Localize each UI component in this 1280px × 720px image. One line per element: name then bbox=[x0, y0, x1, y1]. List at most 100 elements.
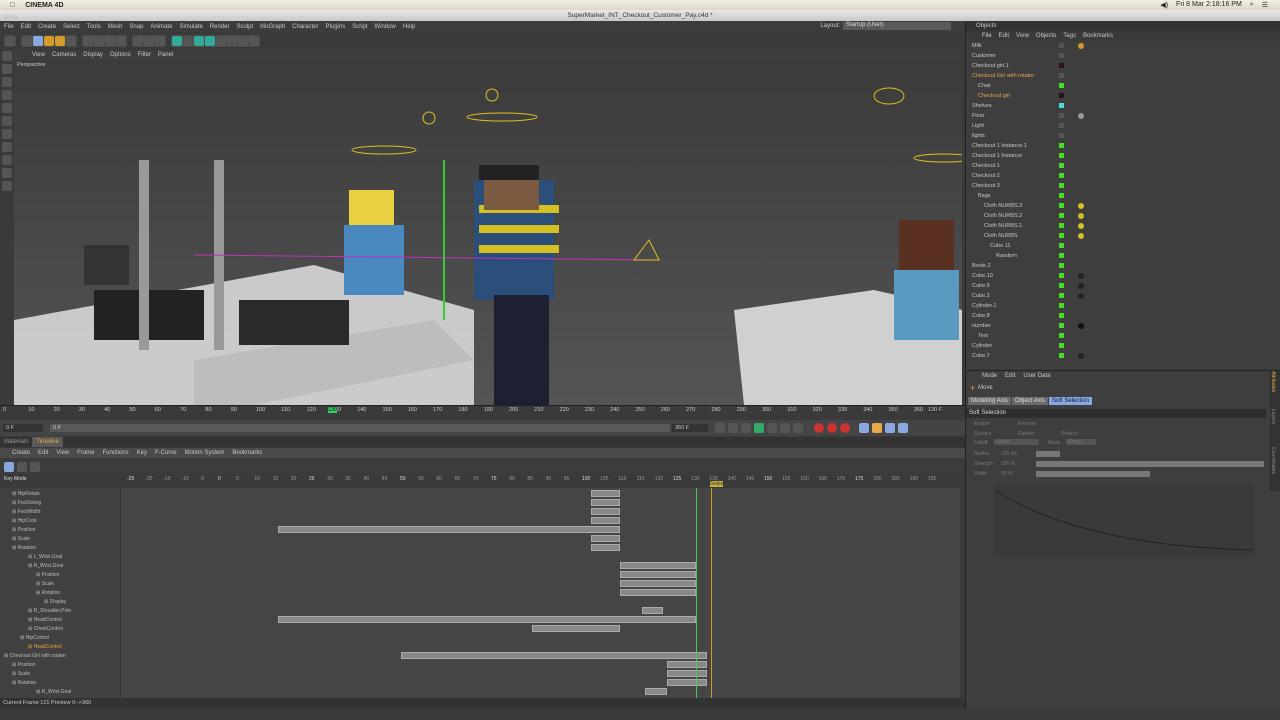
viewport[interactable]: Perspective bbox=[14, 60, 962, 405]
object-row[interactable]: Cube.11 bbox=[966, 241, 1266, 251]
object-name[interactable]: Floor bbox=[972, 111, 985, 121]
x-axis-icon[interactable] bbox=[83, 36, 93, 46]
object-name[interactable]: Checkout 3 bbox=[972, 181, 1000, 191]
timeline-menu-edit[interactable]: Edit bbox=[38, 450, 48, 456]
layer-color-swatch[interactable] bbox=[1059, 223, 1064, 228]
layer-color-swatch[interactable] bbox=[1059, 83, 1064, 88]
key-range[interactable] bbox=[619, 562, 697, 569]
layer-color-swatch[interactable] bbox=[1059, 283, 1064, 288]
timeline-menu-functions[interactable]: Functions bbox=[103, 450, 129, 456]
objects-menu-tags[interactable]: Tags bbox=[1063, 31, 1076, 41]
object-row[interactable]: Cube.7 bbox=[966, 351, 1266, 361]
timeline-menu-f-curve[interactable]: F-Curve bbox=[155, 450, 177, 456]
layer-color-swatch[interactable] bbox=[1059, 123, 1064, 128]
current-frame-field[interactable]: 130 F bbox=[928, 407, 943, 413]
object-name[interactable]: Milk bbox=[972, 41, 982, 51]
menu-sculpt[interactable]: Sculpt bbox=[236, 24, 253, 30]
side-tab-coordinates[interactable]: Coordinates bbox=[1270, 447, 1276, 485]
object-name[interactable]: Cube.10 bbox=[972, 271, 993, 281]
layer-color-swatch[interactable] bbox=[1059, 73, 1064, 78]
motion-mode-icon[interactable] bbox=[30, 462, 40, 472]
object-row[interactable]: Cloth NURBS.1 bbox=[966, 221, 1266, 231]
object-row[interactable]: Customer bbox=[966, 51, 1266, 61]
attributes-menu-edit[interactable]: Edit bbox=[1005, 371, 1015, 381]
layout-selector[interactable]: Layout: Startup (User) bbox=[820, 22, 951, 30]
layer-color-swatch[interactable] bbox=[1059, 293, 1064, 298]
track-row[interactable]: ⊞ Scale bbox=[0, 535, 118, 544]
layer-color-swatch[interactable] bbox=[1059, 93, 1064, 98]
layer-color-swatch[interactable] bbox=[1059, 273, 1064, 278]
layer-color-swatch[interactable] bbox=[1059, 213, 1064, 218]
select-icon[interactable] bbox=[22, 36, 32, 46]
y-axis-icon[interactable] bbox=[94, 36, 104, 46]
object-row[interactable]: Checkout 3 bbox=[966, 181, 1266, 191]
key-range[interactable] bbox=[590, 490, 620, 497]
key-range[interactable] bbox=[590, 517, 620, 524]
model-icon[interactable] bbox=[2, 64, 12, 74]
object-name[interactable]: Shelves bbox=[972, 101, 992, 111]
object-row[interactable]: Floor bbox=[966, 111, 1266, 121]
key-range[interactable] bbox=[590, 508, 620, 515]
menu-tools[interactable]: Tools bbox=[87, 24, 101, 30]
tab-modeling-axis[interactable]: Modeling Axis bbox=[968, 397, 1012, 405]
key-range[interactable] bbox=[277, 616, 697, 623]
layer-color-swatch[interactable] bbox=[1059, 313, 1064, 318]
layer-color-swatch[interactable] bbox=[1059, 353, 1064, 358]
object-row[interactable]: Checkout 1 Instance bbox=[966, 151, 1266, 161]
menu-create[interactable]: Create bbox=[38, 24, 56, 30]
object-name[interactable]: Cube.9 bbox=[972, 281, 990, 291]
layer-color-swatch[interactable] bbox=[1059, 173, 1064, 178]
track-row[interactable]: ⊞ Scale bbox=[0, 580, 118, 589]
menu-mograph[interactable]: MoGraph bbox=[260, 24, 285, 30]
objects-menu-objects[interactable]: Objects bbox=[1036, 31, 1056, 41]
keyframe-selection-icon[interactable] bbox=[840, 423, 850, 433]
layer-color-swatch[interactable] bbox=[1059, 203, 1064, 208]
list-icon[interactable]: ☰ bbox=[1262, 1, 1268, 9]
object-name[interactable]: Customer bbox=[972, 51, 996, 61]
light-icon[interactable] bbox=[249, 36, 259, 46]
recent-tool-icon[interactable] bbox=[66, 36, 76, 46]
object-name[interactable]: Cloth NURBS bbox=[984, 231, 1018, 241]
object-row[interactable]: Cylinder.1 bbox=[966, 301, 1266, 311]
object-name[interactable]: Cylinder.1 bbox=[972, 301, 996, 311]
timeline-menu-frame[interactable]: Frame bbox=[77, 450, 94, 456]
object-row[interactable]: Chair bbox=[966, 81, 1266, 91]
go-start-icon[interactable] bbox=[715, 423, 725, 433]
record-parameter-icon[interactable] bbox=[898, 423, 908, 433]
play-icon[interactable] bbox=[754, 423, 764, 433]
strength-field[interactable]: 100 % bbox=[1001, 461, 1015, 467]
object-name[interactable]: Boole.2 bbox=[972, 261, 991, 271]
objects-menu-view[interactable]: View bbox=[1016, 31, 1029, 41]
key-range[interactable] bbox=[667, 670, 708, 677]
world-coords-icon[interactable] bbox=[116, 36, 126, 46]
object-name[interactable]: number bbox=[972, 321, 991, 331]
object-row[interactable]: Cloth NURBS.3 bbox=[966, 201, 1266, 211]
layer-color-swatch[interactable] bbox=[1059, 233, 1064, 238]
volume-icon[interactable]: ◀) bbox=[1160, 1, 1168, 9]
attributes-menu-user-data[interactable]: User Data bbox=[1023, 371, 1050, 381]
object-row[interactable]: Cube.10 bbox=[966, 271, 1266, 281]
tag-icon[interactable] bbox=[1078, 353, 1084, 359]
tag-icon[interactable] bbox=[1078, 213, 1084, 219]
tag-icon[interactable] bbox=[1078, 283, 1084, 289]
object-row[interactable]: Random bbox=[966, 251, 1266, 261]
object-name[interactable]: Bags bbox=[978, 191, 991, 201]
key-range[interactable] bbox=[532, 625, 620, 632]
viewport-menu-cameras[interactable]: Cameras bbox=[52, 52, 76, 58]
object-row[interactable]: Cloth NURBS bbox=[966, 231, 1266, 241]
tab-object-axis[interactable]: Object Axis bbox=[1012, 397, 1049, 405]
falloff-curve[interactable] bbox=[994, 486, 1254, 556]
key-range[interactable] bbox=[641, 607, 664, 614]
object-name[interactable]: Checkout 2 bbox=[972, 171, 1000, 181]
track-row[interactable]: ⊞ Rotation bbox=[0, 589, 118, 598]
go-end-icon[interactable] bbox=[793, 423, 803, 433]
menu-simulate[interactable]: Simulate bbox=[179, 24, 202, 30]
object-name[interactable]: Cube.11 bbox=[990, 241, 1010, 251]
object-name[interactable]: Checkout 1 bbox=[972, 161, 1000, 171]
tab-timeline[interactable]: Timeline bbox=[32, 437, 63, 447]
tab-materials[interactable]: Materials bbox=[0, 437, 32, 447]
tag-icon[interactable] bbox=[1078, 273, 1084, 279]
menu-snap[interactable]: Snap bbox=[129, 24, 143, 30]
app-name[interactable]: CINEMA 4D bbox=[25, 2, 63, 9]
layer-color-swatch[interactable] bbox=[1059, 333, 1064, 338]
